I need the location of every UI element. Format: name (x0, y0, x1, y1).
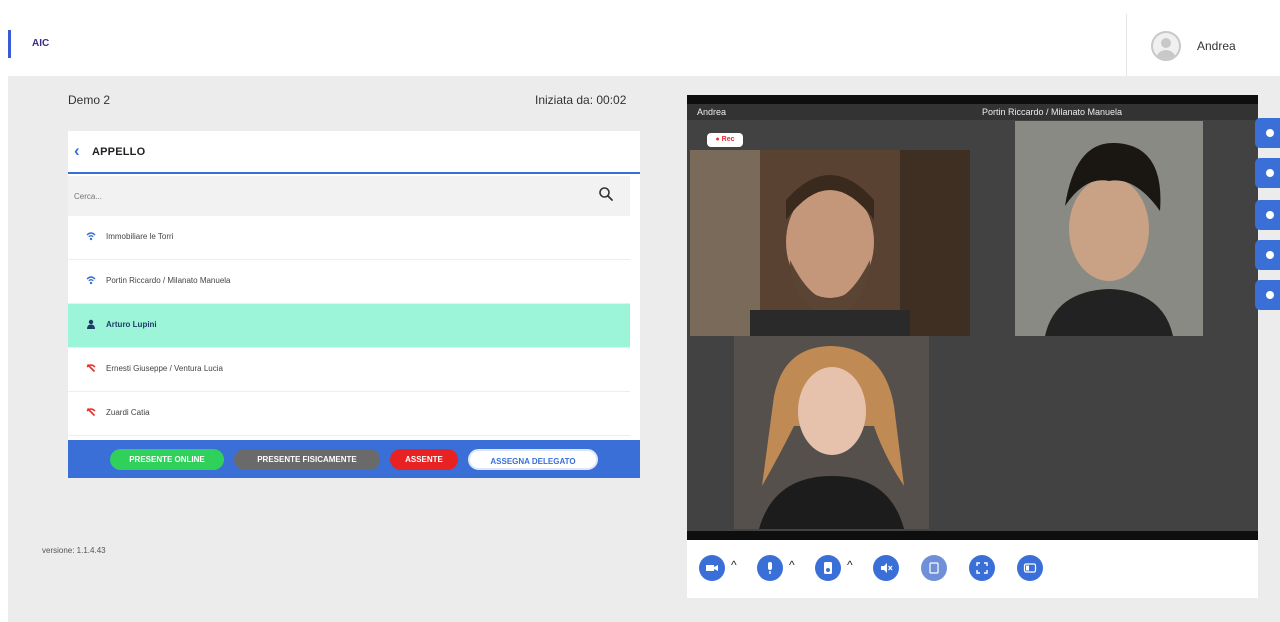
search-input[interactable] (74, 184, 574, 208)
video-tile-portin[interactable] (1015, 121, 1203, 336)
attendee-list: Immobiliare le Torri Portin Riccardo / M… (68, 216, 630, 436)
session-title: Demo 2 (68, 93, 111, 107)
camera-button[interactable] (699, 555, 725, 581)
assign-delegate-button[interactable]: ASSEGNA DELEGATO (468, 449, 598, 470)
list-item[interactable]: Portin Riccardo / Milanato Manuela (68, 260, 630, 304)
rec-badge: ● Rec (707, 133, 743, 147)
person-icon (87, 319, 95, 329)
username[interactable]: Andrea (1197, 39, 1236, 53)
participants-icon (1266, 169, 1274, 177)
camera-options-chevron-icon[interactable]: ^ (731, 559, 741, 571)
absent-button[interactable]: ASSENTE (390, 449, 458, 470)
participant-video (690, 150, 970, 336)
share-screen-icon (929, 562, 939, 574)
video-label-portin: Portin Riccardo / Milanato Manuela (972, 104, 1258, 120)
video-top-strip (687, 95, 1258, 104)
user-menu[interactable]: Andrea (1126, 14, 1280, 76)
side-tab-hand[interactable] (1255, 200, 1280, 230)
history-icon (1266, 129, 1274, 137)
fullscreen-button[interactable] (969, 555, 995, 581)
list-item-label: Zuardi Catia (106, 408, 150, 417)
list-item-label: Arturo Lupini (106, 320, 157, 329)
video-tile-third[interactable] (734, 336, 929, 529)
camera-icon (706, 565, 718, 571)
present-online-button[interactable]: PRESENTE ONLINE (110, 449, 224, 470)
speaker-device-button[interactable] (815, 555, 841, 581)
list-item-label: Immobiliare le Torri (106, 232, 174, 241)
list-item[interactable]: Ernesti Giuseppe / Ventura Lucia (68, 348, 630, 392)
brand-logo[interactable]: AIC (32, 38, 49, 49)
side-tab-chat[interactable] (1255, 240, 1280, 270)
speaker-device-icon (824, 562, 832, 574)
absent-icon (86, 407, 96, 417)
action-bar: PRESENTE ONLINE PRESENTE FISICAMENTE ASS… (68, 440, 640, 478)
side-tab-participants[interactable] (1255, 158, 1280, 188)
absent-icon (86, 363, 96, 373)
mute-icon (881, 563, 893, 573)
side-tab-user[interactable] (1255, 280, 1280, 310)
microphone-icon (768, 562, 772, 574)
layout-icon (1023, 563, 1037, 573)
video-label-andrea: Andrea (687, 104, 972, 120)
share-screen-button[interactable] (921, 555, 947, 581)
brand-accent (8, 30, 11, 58)
video-controls: ^ ^ ^ (687, 540, 1258, 598)
back-chevron-icon[interactable]: ‹ (74, 141, 80, 161)
list-item-selected[interactable]: Arturo Lupini (68, 304, 630, 348)
panel-header: ‹ APPELLO (68, 131, 640, 174)
appello-panel: ‹ APPELLO Immobiliare le Torri Portin Ri… (68, 131, 640, 478)
search-bar (68, 176, 630, 216)
layout-button[interactable] (1017, 555, 1043, 581)
list-item-label: Ernesti Giuseppe / Ventura Lucia (106, 364, 223, 373)
wifi-icon (86, 232, 96, 241)
wifi-icon (86, 276, 96, 285)
microphone-options-chevron-icon[interactable]: ^ (789, 559, 799, 571)
hand-icon (1266, 211, 1274, 219)
video-tile-andrea[interactable] (690, 150, 970, 336)
video-bottom-strip (687, 531, 1258, 540)
participant-video (734, 336, 929, 529)
present-physically-button[interactable]: PRESENTE FISICAMENTE (234, 449, 380, 470)
avatar[interactable] (1151, 31, 1181, 61)
video-grid: Andrea Portin Riccardo / Milanato Manuel… (687, 95, 1258, 540)
top-bar: AIC Andrea (0, 0, 1280, 76)
microphone-button[interactable] (757, 555, 783, 581)
session-timer: Iniziata da: 00:02 (535, 93, 627, 107)
list-item[interactable]: Zuardi Catia (68, 392, 630, 436)
mute-audio-button[interactable] (873, 555, 899, 581)
fullscreen-icon (976, 562, 988, 574)
list-item-label: Portin Riccardo / Milanato Manuela (106, 276, 231, 285)
panel-title: APPELLO (92, 146, 146, 158)
version-label: versione: 1.1.4.43 (42, 546, 106, 555)
chat-icon (1266, 251, 1274, 259)
side-tab-history[interactable] (1255, 118, 1280, 148)
search-icon[interactable] (598, 186, 614, 202)
participant-video (1015, 121, 1203, 336)
user-icon (1266, 291, 1274, 299)
list-item[interactable]: Immobiliare le Torri (68, 216, 630, 260)
speaker-options-chevron-icon[interactable]: ^ (847, 559, 857, 571)
